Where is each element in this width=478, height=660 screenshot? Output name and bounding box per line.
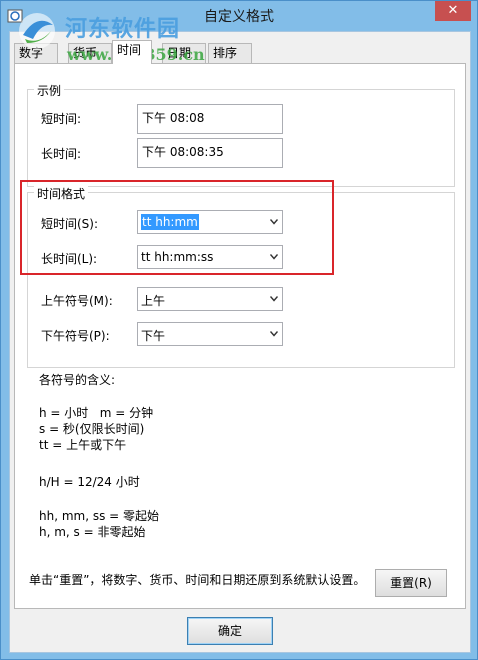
reset-button[interactable]: 重置(R) <box>375 569 447 597</box>
meaning-line-zero-start: hh, mm, ss = 零起始 <box>39 509 160 523</box>
tab-sort[interactable]: 排序 <box>208 43 252 63</box>
reset-note: 单击“重置”，将数字、货币、时间和日期还原到系统默认设置。 <box>29 573 366 587</box>
dialog-window: 自定义格式 ✕ 数字 货币 时间 日期 排序 示例 短时间: 下午 08:08 … <box>0 0 478 660</box>
example-long-value: 下午 08:08:35 <box>137 138 283 168</box>
watermark-name: 河东软件园 <box>65 16 181 42</box>
meaning-line-nonzero-start: h, m, s = 非零起始 <box>39 525 146 539</box>
pm-symbol-label: 下午符号(P): <box>41 329 110 343</box>
am-symbol-value: 上午 <box>141 294 166 308</box>
example-legend: 示例 <box>34 82 65 99</box>
close-button[interactable]: ✕ <box>435 1 471 21</box>
meaning-line-hour-minute: h = 小时 m = 分钟 <box>39 406 154 420</box>
chevron-down-icon[interactable] <box>270 331 278 337</box>
dialog-client-area: 数字 货币 时间 日期 排序 示例 短时间: 下午 08:08 长时间: 下午 … <box>9 31 471 653</box>
meaning-line-ampm: tt = 上午或下午 <box>39 438 127 452</box>
meaning-line-second: s = 秒(仅限长时间) <box>39 422 145 436</box>
symbol-meaning-title: 各符号的含义: <box>39 373 116 387</box>
meaning-line-12-24: h/H = 12/24 小时 <box>39 475 140 489</box>
example-long-label: 长时间: <box>41 147 82 161</box>
highlight-box <box>20 180 334 275</box>
chevron-down-icon[interactable] <box>270 296 278 302</box>
pm-symbol-value: 下午 <box>141 329 166 343</box>
am-symbol-label: 上午符号(M): <box>41 294 113 308</box>
example-short-label: 短时间: <box>41 112 82 126</box>
ok-button[interactable]: 确定 <box>187 617 273 645</box>
am-symbol-combo[interactable]: 上午 <box>137 287 283 311</box>
pm-symbol-combo[interactable]: 下午 <box>137 322 283 346</box>
example-short-value: 下午 08:08 <box>137 104 283 134</box>
watermark-logo-icon <box>19 13 55 49</box>
tab-time[interactable]: 时间 <box>112 40 152 64</box>
